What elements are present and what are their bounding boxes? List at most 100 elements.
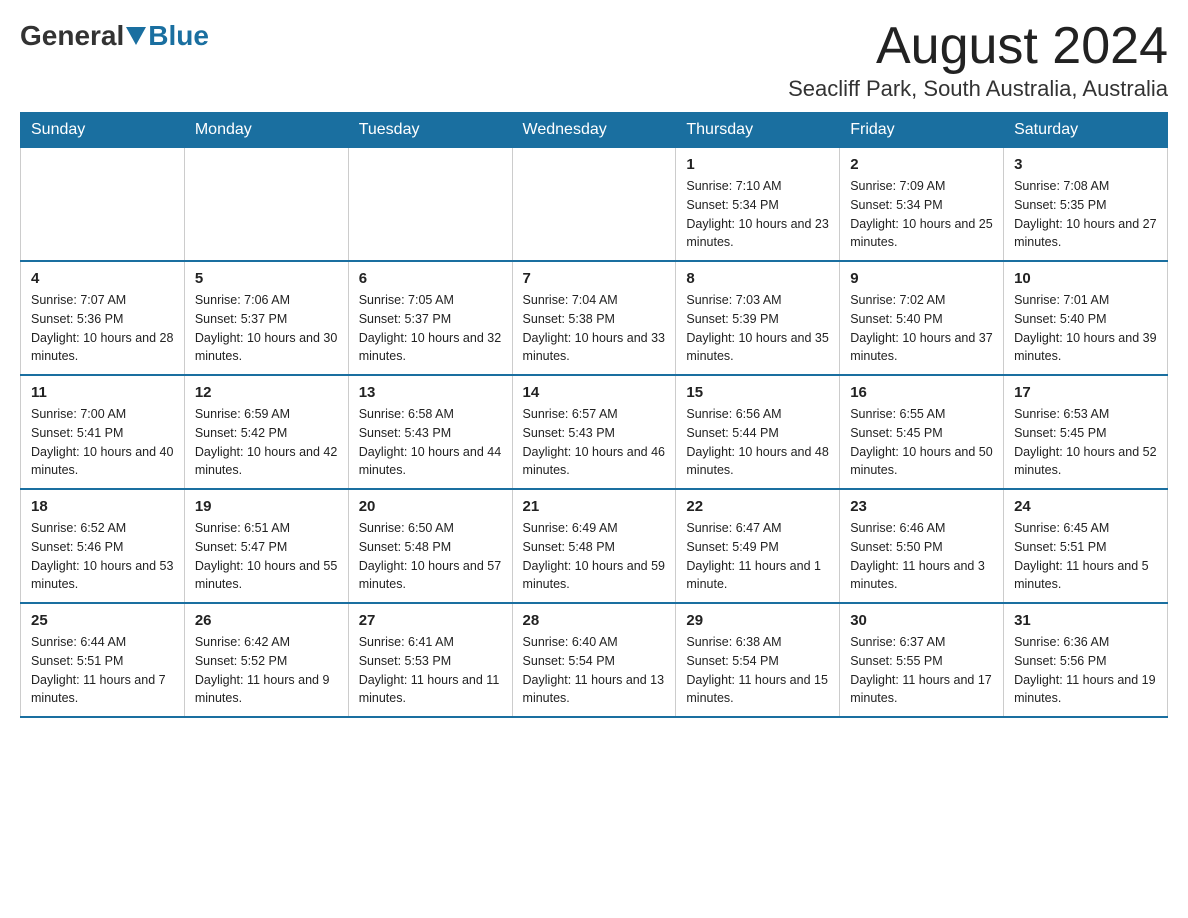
day-number: 13 (359, 384, 502, 401)
day-number: 5 (195, 270, 338, 287)
calendar-cell: 3Sunrise: 7:08 AMSunset: 5:35 PMDaylight… (1004, 148, 1168, 262)
calendar-cell: 8Sunrise: 7:03 AMSunset: 5:39 PMDaylight… (676, 261, 840, 375)
day-info: Sunrise: 6:47 AMSunset: 5:49 PMDaylight:… (686, 519, 829, 594)
logo-blue-text: Blue (148, 20, 209, 52)
calendar-cell: 20 Sunrise: 6:50 AMSunset: 5:48 PMDayligh… (348, 489, 512, 603)
calendar-header-row: SundayMondayTuesdayWednesdayThursdayFrid… (21, 113, 1168, 148)
day-info: Sunrise: 6:52 AMSunset: 5:46 PMDaylight:… (31, 519, 174, 594)
calendar-cell: 1 Sunrise: 7:10 AMSunset: 5:34 PMDaylight… (676, 148, 840, 262)
calendar-cell: 16Sunrise: 6:55 AMSunset: 5:45 PMDayligh… (840, 375, 1004, 489)
calendar-cell: 12 Sunrise: 6:59 AMSunset: 5:42 PMDayligh… (184, 375, 348, 489)
calendar-cell: 19Sunrise: 6:51 AMSunset: 5:47 PMDayligh… (184, 489, 348, 603)
calendar-cell: 17 Sunrise: 6:53 AMSunset: 5:45 PMDayligh… (1004, 375, 1168, 489)
calendar-week-4: 18 Sunrise: 6:52 AMSunset: 5:46 PMDayligh… (21, 489, 1168, 603)
calendar-week-2: 4 Sunrise: 7:07 AMSunset: 5:36 PMDaylight… (21, 261, 1168, 375)
day-info: Sunrise: 7:09 AMSunset: 5:34 PMDaylight:… (850, 177, 993, 252)
day-number: 6 (359, 270, 502, 287)
calendar-cell: 29Sunrise: 6:38 AMSunset: 5:54 PMDayligh… (676, 603, 840, 717)
day-info: Sunrise: 6:36 AMSunset: 5:56 PMDaylight:… (1014, 633, 1157, 708)
day-number: 25 (31, 612, 174, 629)
day-number: 8 (686, 270, 829, 287)
day-number: 15 (686, 384, 829, 401)
day-number: 17 (1014, 384, 1157, 401)
day-number: 24 (1014, 498, 1157, 515)
day-number: 11 (31, 384, 174, 401)
calendar-cell: 18 Sunrise: 6:52 AMSunset: 5:46 PMDayligh… (21, 489, 185, 603)
calendar-cell: 25 Sunrise: 6:44 AMSunset: 5:51 PMDayligh… (21, 603, 185, 717)
column-header-monday: Monday (184, 113, 348, 148)
month-title: August 2024 (788, 20, 1168, 72)
day-number: 21 (523, 498, 666, 515)
day-info: Sunrise: 7:02 AMSunset: 5:40 PMDaylight:… (850, 291, 993, 366)
day-number: 3 (1014, 156, 1157, 173)
day-info: Sunrise: 7:00 AMSunset: 5:41 PMDaylight:… (31, 405, 174, 480)
day-info: Sunrise: 7:07 AMSunset: 5:36 PMDaylight:… (31, 291, 174, 366)
day-number: 1 (686, 156, 829, 173)
day-number: 30 (850, 612, 993, 629)
day-info: Sunrise: 6:59 AMSunset: 5:42 PMDaylight:… (195, 405, 338, 480)
day-info: Sunrise: 6:50 AMSunset: 5:48 PMDaylight:… (359, 519, 502, 594)
calendar-cell: 11 Sunrise: 7:00 AMSunset: 5:41 PMDayligh… (21, 375, 185, 489)
calendar-table: SundayMondayTuesdayWednesdayThursdayFrid… (20, 112, 1168, 718)
day-info: Sunrise: 6:53 AMSunset: 5:45 PMDaylight:… (1014, 405, 1157, 480)
calendar-cell: 31 Sunrise: 6:36 AMSunset: 5:56 PMDayligh… (1004, 603, 1168, 717)
column-header-wednesday: Wednesday (512, 113, 676, 148)
day-number: 18 (31, 498, 174, 515)
column-header-sunday: Sunday (21, 113, 185, 148)
calendar-cell: 6 Sunrise: 7:05 AMSunset: 5:37 PMDaylight… (348, 261, 512, 375)
title-section: August 2024 Seacliff Park, South Austral… (788, 20, 1168, 102)
day-number: 23 (850, 498, 993, 515)
day-number: 12 (195, 384, 338, 401)
day-info: Sunrise: 7:10 AMSunset: 5:34 PMDaylight:… (686, 177, 829, 252)
day-info: Sunrise: 6:38 AMSunset: 5:54 PMDaylight:… (686, 633, 829, 708)
logo: General Blue (20, 20, 209, 52)
column-header-tuesday: Tuesday (348, 113, 512, 148)
calendar-cell: 26 Sunrise: 6:42 AMSunset: 5:52 PMDayligh… (184, 603, 348, 717)
calendar-cell: 9Sunrise: 7:02 AMSunset: 5:40 PMDaylight… (840, 261, 1004, 375)
calendar-week-1: 1 Sunrise: 7:10 AMSunset: 5:34 PMDaylight… (21, 148, 1168, 262)
day-info: Sunrise: 6:57 AMSunset: 5:43 PMDaylight:… (523, 405, 666, 480)
day-info: Sunrise: 6:51 AMSunset: 5:47 PMDaylight:… (195, 519, 338, 594)
calendar-cell (348, 148, 512, 262)
calendar-cell: 10 Sunrise: 7:01 AMSunset: 5:40 PMDayligh… (1004, 261, 1168, 375)
day-number: 20 (359, 498, 502, 515)
day-number: 7 (523, 270, 666, 287)
day-number: 31 (1014, 612, 1157, 629)
day-info: Sunrise: 6:41 AMSunset: 5:53 PMDaylight:… (359, 633, 502, 708)
calendar-cell: 22 Sunrise: 6:47 AMSunset: 5:49 PMDayligh… (676, 489, 840, 603)
calendar-cell: 24 Sunrise: 6:45 AMSunset: 5:51 PMDayligh… (1004, 489, 1168, 603)
calendar-cell: 13 Sunrise: 6:58 AMSunset: 5:43 PMDayligh… (348, 375, 512, 489)
calendar-cell: 23Sunrise: 6:46 AMSunset: 5:50 PMDayligh… (840, 489, 1004, 603)
day-info: Sunrise: 6:42 AMSunset: 5:52 PMDaylight:… (195, 633, 338, 708)
day-number: 22 (686, 498, 829, 515)
day-number: 28 (523, 612, 666, 629)
column-header-thursday: Thursday (676, 113, 840, 148)
day-number: 2 (850, 156, 993, 173)
location-title: Seacliff Park, South Australia, Australi… (788, 76, 1168, 102)
day-number: 10 (1014, 270, 1157, 287)
calendar-cell: 14 Sunrise: 6:57 AMSunset: 5:43 PMDayligh… (512, 375, 676, 489)
calendar-cell: 15 Sunrise: 6:56 AMSunset: 5:44 PMDayligh… (676, 375, 840, 489)
logo-triangle-icon (126, 27, 146, 45)
day-number: 27 (359, 612, 502, 629)
day-info: Sunrise: 6:58 AMSunset: 5:43 PMDaylight:… (359, 405, 502, 480)
day-info: Sunrise: 6:37 AMSunset: 5:55 PMDaylight:… (850, 633, 993, 708)
calendar-cell: 30 Sunrise: 6:37 AMSunset: 5:55 PMDayligh… (840, 603, 1004, 717)
day-info: Sunrise: 6:56 AMSunset: 5:44 PMDaylight:… (686, 405, 829, 480)
calendar-cell: 21Sunrise: 6:49 AMSunset: 5:48 PMDayligh… (512, 489, 676, 603)
page-header: General Blue August 2024 Seacliff Park, … (20, 20, 1168, 102)
day-number: 26 (195, 612, 338, 629)
day-info: Sunrise: 6:45 AMSunset: 5:51 PMDaylight:… (1014, 519, 1157, 594)
day-number: 4 (31, 270, 174, 287)
day-info: Sunrise: 7:05 AMSunset: 5:37 PMDaylight:… (359, 291, 502, 366)
calendar-week-3: 11 Sunrise: 7:00 AMSunset: 5:41 PMDayligh… (21, 375, 1168, 489)
day-info: Sunrise: 7:06 AMSunset: 5:37 PMDaylight:… (195, 291, 338, 366)
day-info: Sunrise: 7:01 AMSunset: 5:40 PMDaylight:… (1014, 291, 1157, 366)
column-header-saturday: Saturday (1004, 113, 1168, 148)
day-info: Sunrise: 7:04 AMSunset: 5:38 PMDaylight:… (523, 291, 666, 366)
day-number: 14 (523, 384, 666, 401)
day-number: 16 (850, 384, 993, 401)
calendar-cell (512, 148, 676, 262)
calendar-cell: 7 Sunrise: 7:04 AMSunset: 5:38 PMDaylight… (512, 261, 676, 375)
day-info: Sunrise: 6:44 AMSunset: 5:51 PMDaylight:… (31, 633, 174, 708)
